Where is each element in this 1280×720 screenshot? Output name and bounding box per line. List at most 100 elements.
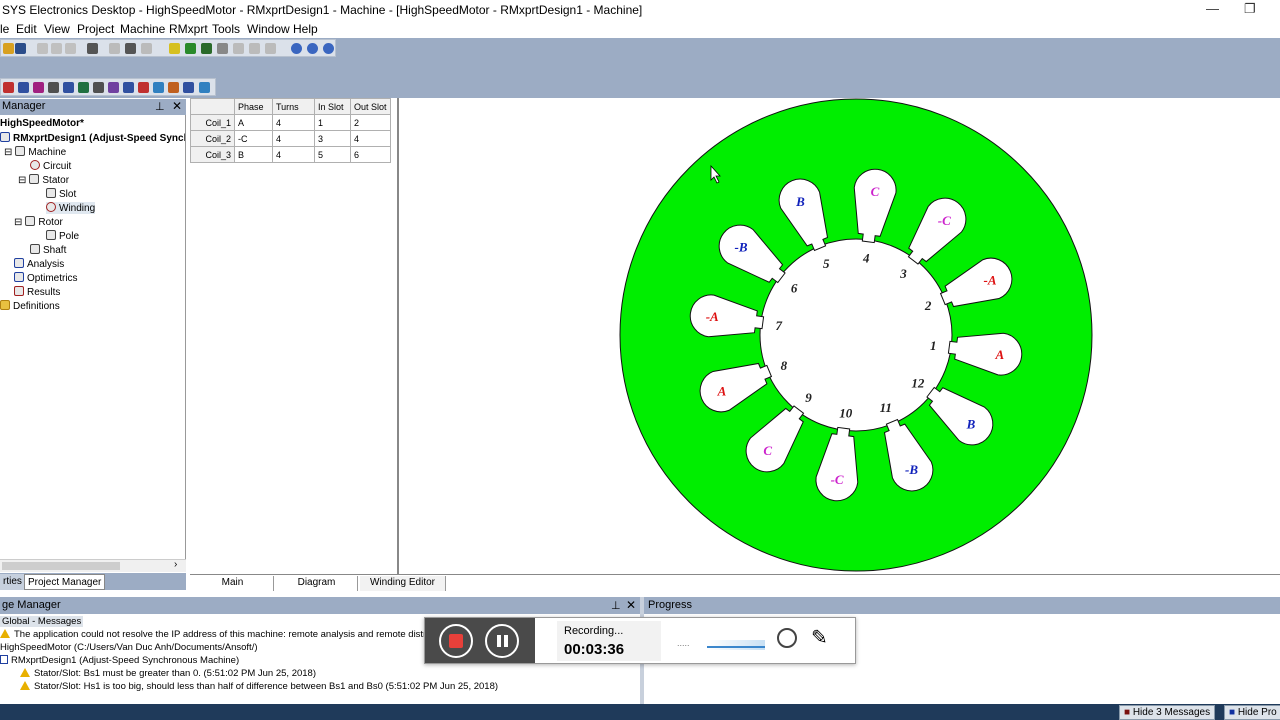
table-row[interactable]: Coil_2 -C 4 3 4 xyxy=(190,130,391,147)
tree-winding[interactable]: Winding xyxy=(46,202,96,214)
message-item[interactable]: Stator/Slot: Hs1 is too big, should less… xyxy=(20,681,498,692)
collapse-icon[interactable]: ⊟ xyxy=(18,175,26,186)
zoom-out-icon[interactable] xyxy=(307,43,318,54)
zoom-in-icon[interactable] xyxy=(291,43,302,54)
pin-icon[interactable]: ⊥ xyxy=(611,599,621,612)
close-icon[interactable]: ✕ xyxy=(626,598,636,612)
report-icon[interactable] xyxy=(233,43,244,54)
close-icon[interactable]: ✕ xyxy=(172,99,182,113)
table-cell[interactable]: B xyxy=(234,146,273,163)
tool-icon-4[interactable] xyxy=(48,82,59,93)
results-icon[interactable] xyxy=(201,43,212,54)
tool-icon-10[interactable] xyxy=(138,82,149,93)
table-cell[interactable]: 3 xyxy=(314,130,351,147)
export-icon[interactable] xyxy=(265,43,276,54)
menu-file[interactable]: le xyxy=(0,22,9,36)
restore-icon[interactable]: ❐ xyxy=(1244,1,1256,17)
print-icon[interactable] xyxy=(87,43,98,54)
scroll-right-icon[interactable]: › xyxy=(174,559,177,570)
stop-record-button[interactable] xyxy=(439,624,473,658)
tree-optimetrics[interactable]: Optimetrics xyxy=(14,272,78,284)
table-cell[interactable]: 4 xyxy=(272,130,315,147)
collapse-icon[interactable]: ⊟ xyxy=(14,217,22,228)
tree-rotor[interactable]: ⊟ Rotor xyxy=(14,216,63,228)
table-cell[interactable]: 5 xyxy=(314,146,351,163)
pen-icon[interactable]: ✎ xyxy=(811,625,828,650)
delete-icon[interactable] xyxy=(109,43,120,54)
table-cell[interactable]: 4 xyxy=(272,146,315,163)
message-item[interactable]: HighSpeedMotor (C:/Users/Van Duc Anh/Doc… xyxy=(0,642,258,653)
table-cell[interactable]: 4 xyxy=(272,114,315,131)
table-cell[interactable]: 2 xyxy=(350,114,391,131)
tool-icon-1[interactable] xyxy=(3,82,14,93)
tool-icon-7[interactable] xyxy=(93,82,104,93)
tool-icon-14[interactable] xyxy=(199,82,210,93)
tree-circuit[interactable]: Circuit xyxy=(30,160,71,172)
scrollbar-thumb[interactable] xyxy=(2,562,120,570)
table-cell[interactable]: 6 xyxy=(350,146,391,163)
tab-properties[interactable]: rties xyxy=(0,574,25,590)
tree-shaft[interactable]: Shaft xyxy=(30,244,66,256)
tree-design[interactable]: RMxprtDesign1 (Adjust-Speed Synchronous … xyxy=(0,132,185,144)
save-icon[interactable] xyxy=(15,43,26,54)
tool-icon-8[interactable] xyxy=(108,82,119,93)
menu-window[interactable]: Window xyxy=(247,22,290,36)
open-icon[interactable] xyxy=(3,43,14,54)
splitter[interactable] xyxy=(397,98,399,574)
menu-help[interactable]: Help xyxy=(293,22,318,36)
tool-icon-9[interactable] xyxy=(123,82,134,93)
collapse-icon[interactable]: ⊟ xyxy=(4,147,12,158)
cut-icon[interactable] xyxy=(37,43,48,54)
tree-stator[interactable]: ⊟ Stator xyxy=(18,174,69,186)
table-row[interactable]: Coil_1 A 4 1 2 xyxy=(190,114,391,131)
table-cell[interactable]: A xyxy=(234,114,273,131)
pin-icon[interactable]: ⊥ xyxy=(155,100,165,113)
tree-horizontal-scrollbar[interactable]: › xyxy=(0,559,186,572)
tree-slot[interactable]: Slot xyxy=(46,188,76,200)
validate-icon[interactable] xyxy=(169,43,180,54)
tab-main[interactable]: Main xyxy=(192,576,274,591)
menu-rmxprt[interactable]: RMxprt xyxy=(169,22,208,36)
tab-diagram[interactable]: Diagram xyxy=(276,576,358,591)
tree-definitions[interactable]: Definitions xyxy=(0,300,60,312)
tree-pole[interactable]: Pole xyxy=(46,230,79,242)
row-label[interactable]: Coil_3 xyxy=(190,146,235,163)
tab-winding-editor[interactable]: Winding Editor xyxy=(360,576,446,591)
webcam-icon[interactable] xyxy=(777,628,797,648)
hide-messages-button[interactable]: ■ Hide 3 Messages xyxy=(1119,705,1216,720)
menu-project[interactable]: Project xyxy=(77,22,114,36)
tree-results[interactable]: Results xyxy=(14,286,60,298)
message-group[interactable]: Global - Messages xyxy=(0,616,84,627)
tab-project-manager[interactable]: Project Manager xyxy=(24,574,106,590)
pause-button[interactable] xyxy=(485,624,519,658)
table-cell[interactable]: 4 xyxy=(350,130,391,147)
solution-icon[interactable] xyxy=(217,43,228,54)
menu-machine[interactable]: Machine xyxy=(120,22,165,36)
menu-edit[interactable]: Edit xyxy=(16,22,37,36)
menu-view[interactable]: View xyxy=(44,22,70,36)
table-cell[interactable]: 1 xyxy=(314,114,351,131)
tool-icon-11[interactable] xyxy=(153,82,164,93)
tree-machine[interactable]: ⊟ Machine xyxy=(4,146,66,158)
row-label[interactable]: Coil_1 xyxy=(190,114,235,131)
tool-icon-5[interactable] xyxy=(63,82,74,93)
paste-icon[interactable] xyxy=(65,43,76,54)
row-label[interactable]: Coil_2 xyxy=(190,130,235,147)
table-icon[interactable] xyxy=(249,43,260,54)
message-item[interactable]: Stator/Slot: Bs1 must be greater than 0.… xyxy=(20,668,316,679)
tool-icon-13[interactable] xyxy=(183,82,194,93)
tree-analysis[interactable]: Analysis xyxy=(14,258,64,270)
undo-icon[interactable] xyxy=(125,43,136,54)
minimize-icon[interactable]: — xyxy=(1206,1,1219,16)
tree-project[interactable]: HighSpeedMotor* xyxy=(0,118,84,129)
table-row[interactable]: Coil_3 B 4 5 6 xyxy=(190,146,391,163)
fit-all-icon[interactable] xyxy=(323,43,334,54)
table-cell[interactable]: -C xyxy=(234,130,273,147)
tool-icon-2[interactable] xyxy=(18,82,29,93)
tool-icon-6[interactable] xyxy=(78,82,89,93)
menu-tools[interactable]: Tools xyxy=(212,22,240,36)
tool-icon-12[interactable] xyxy=(168,82,179,93)
redo-icon[interactable] xyxy=(141,43,152,54)
message-item[interactable]: The application could not resolve the IP… xyxy=(0,629,434,640)
copy-icon[interactable] xyxy=(51,43,62,54)
